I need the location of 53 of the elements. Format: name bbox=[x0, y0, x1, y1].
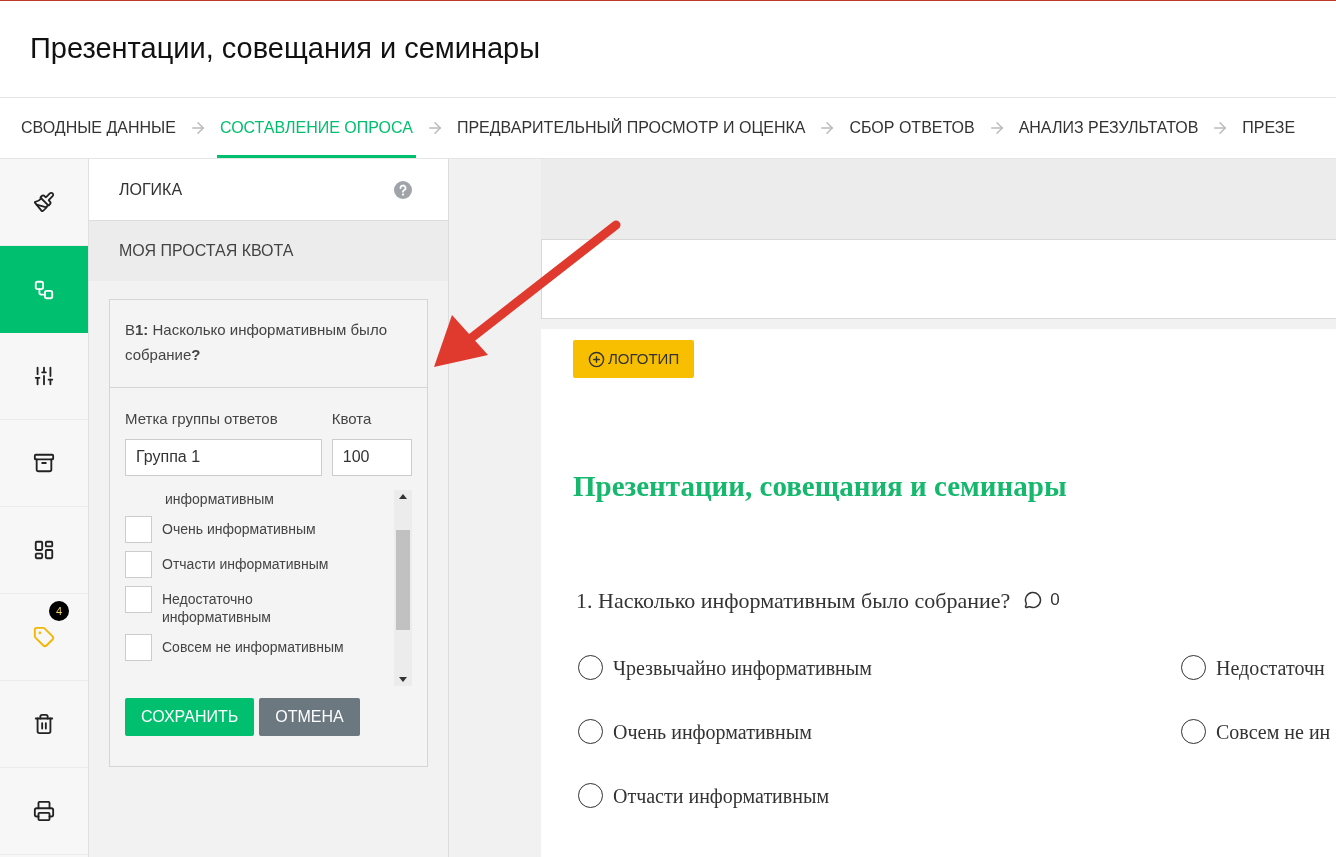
field-label: Метка группы ответов bbox=[125, 409, 279, 429]
answer-label: Совсем не информативным bbox=[162, 637, 344, 656]
answer-label: Недостаточно информативным bbox=[162, 589, 272, 626]
step-tab[interactable]: ПРЕЗЕ bbox=[1239, 98, 1299, 158]
option-label: Очень информативным bbox=[613, 719, 812, 746]
up-arrow-icon[interactable] bbox=[399, 493, 407, 499]
step-tab[interactable]: СВОДНЫЕ ДАННЫЕ bbox=[18, 98, 179, 158]
checkbox[interactable] bbox=[125, 633, 152, 661]
comment-count: 0 bbox=[1050, 589, 1060, 612]
step-tab[interactable]: АНАЛИЗ РЕЗУЛЬТАТОВ bbox=[1015, 98, 1202, 158]
tool-button[interactable]: 4 bbox=[0, 594, 88, 681]
survey-title: Презентации, совещания и семинары bbox=[573, 469, 1068, 504]
down-arrow-icon[interactable] bbox=[399, 676, 407, 682]
count-badge: 4 bbox=[49, 601, 69, 621]
page-title: Презентации, совещания и семинары bbox=[30, 31, 541, 67]
step-tab[interactable]: СБОР ОТВЕТОВ bbox=[846, 98, 978, 158]
option-label: Недостаточн bbox=[1216, 655, 1325, 682]
answer-label: Отчасти информативным bbox=[162, 554, 329, 573]
quota-name: МОЯ ПРОСТАЯ КВОТА bbox=[119, 241, 294, 261]
option-label: Чрезвычайно информативным bbox=[613, 655, 872, 682]
plus-icon bbox=[588, 350, 605, 368]
answer-option[interactable]: Отчасти информативным bbox=[578, 780, 1181, 811]
printer-icon bbox=[33, 800, 55, 822]
help-icon[interactable] bbox=[394, 180, 412, 199]
checkbox[interactable] bbox=[125, 585, 152, 613]
answer-option[interactable]: Совсем не ин bbox=[1181, 716, 1336, 747]
answer-option[interactable]: Недостаточн bbox=[1181, 652, 1336, 683]
question-text: В1: Насколько информативным было собрание? bbox=[125, 320, 389, 365]
checkbox[interactable] bbox=[125, 550, 152, 578]
tray-icon bbox=[33, 452, 55, 474]
option-label: Совсем не ин bbox=[1216, 719, 1331, 745]
field-label: Квота bbox=[331, 409, 373, 429]
step-tab[interactable]: ПРЕДВАРИТЕЛЬНЫЙ ПРОСМОТР И ОЦЕНКА bbox=[453, 98, 809, 158]
branch-icon bbox=[33, 278, 55, 301]
checkbox[interactable] bbox=[125, 515, 152, 543]
panel-title: ЛОГИКА bbox=[119, 179, 183, 200]
answer-option[interactable]: Чрезвычайно информативным bbox=[578, 652, 1181, 683]
sliders-icon bbox=[33, 365, 55, 387]
scrollbar[interactable] bbox=[394, 489, 412, 686]
answer-option[interactable]: Очень информативным bbox=[578, 716, 1181, 747]
tag-icon bbox=[33, 626, 55, 648]
option-label: Отчасти информативным bbox=[613, 783, 830, 810]
answer-label: Очень информативным bbox=[162, 519, 316, 538]
group-input[interactable]: Группа 1 bbox=[125, 438, 322, 476]
answer-label: информативным bbox=[164, 489, 275, 508]
question-title: 1. Насколько информативным было собрание? bbox=[576, 586, 1011, 615]
comment-icon[interactable] bbox=[1024, 591, 1043, 609]
brush-icon bbox=[33, 191, 55, 213]
layout-icon bbox=[33, 539, 55, 561]
trash-icon bbox=[33, 713, 55, 735]
cancel-button[interactable]: ОТМЕНА bbox=[259, 697, 360, 736]
logo-button[interactable]: ЛОГОТИП bbox=[573, 340, 695, 378]
quota-input[interactable]: 100 bbox=[331, 438, 412, 476]
